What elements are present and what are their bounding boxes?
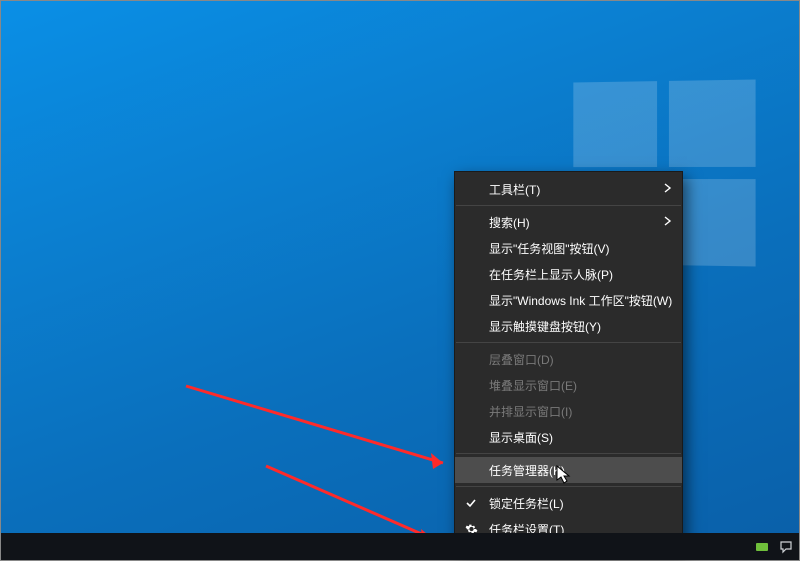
- menu-item-show-desktop[interactable]: 显示桌面(S): [455, 424, 682, 450]
- system-tray: [755, 533, 793, 560]
- menu-item-label: 在任务栏上显示人脉(P): [489, 266, 613, 283]
- menu-item-label: 任务管理器(K): [489, 462, 565, 479]
- menu-item-label: 显示"任务视图"按钮(V): [489, 240, 610, 257]
- menu-item-label: 工具栏(T): [489, 181, 540, 198]
- menu-separator: [456, 205, 681, 206]
- menu-item-cascade-windows: 层叠窗口(D): [455, 346, 682, 372]
- menu-item-label: 显示触摸键盘按钮(Y): [489, 318, 601, 335]
- menu-item-label: 堆叠显示窗口(E): [489, 377, 577, 394]
- check-icon: [465, 497, 477, 509]
- menu-item-show-taskview[interactable]: 显示"任务视图"按钮(V): [455, 235, 682, 261]
- taskbar-context-menu: 工具栏(T) 搜索(H) 显示"任务视图"按钮(V) 在任务栏上显示人脉(P) …: [454, 171, 683, 549]
- menu-item-label: 搜索(H): [489, 214, 530, 231]
- menu-item-label: 并排显示窗口(I): [489, 403, 572, 420]
- menu-item-label: 显示"Windows Ink 工作区"按钮(W): [489, 292, 672, 309]
- menu-item-toolbars[interactable]: 工具栏(T): [455, 176, 682, 202]
- menu-separator: [456, 453, 681, 454]
- menu-item-label: 锁定任务栏(L): [489, 495, 564, 512]
- chevron-right-icon: [664, 215, 672, 229]
- menu-item-label: 层叠窗口(D): [489, 351, 554, 368]
- chevron-right-icon: [664, 182, 672, 196]
- menu-item-search[interactable]: 搜索(H): [455, 209, 682, 235]
- taskbar[interactable]: [1, 533, 799, 560]
- desktop[interactable]: 工具栏(T) 搜索(H) 显示"任务视图"按钮(V) 在任务栏上显示人脉(P) …: [0, 0, 800, 561]
- menu-item-label: 显示桌面(S): [489, 429, 553, 446]
- menu-separator: [456, 486, 681, 487]
- menu-item-lock-taskbar[interactable]: 锁定任务栏(L): [455, 490, 682, 516]
- menu-item-show-ink[interactable]: 显示"Windows Ink 工作区"按钮(W): [455, 287, 682, 313]
- menu-item-task-manager[interactable]: 任务管理器(K): [455, 457, 682, 483]
- menu-item-show-touch-keyboard[interactable]: 显示触摸键盘按钮(Y): [455, 313, 682, 339]
- menu-item-stacked-windows: 堆叠显示窗口(E): [455, 372, 682, 398]
- action-center-icon[interactable]: [779, 540, 793, 554]
- menu-separator: [456, 342, 681, 343]
- menu-item-show-people[interactable]: 在任务栏上显示人脉(P): [455, 261, 682, 287]
- nvidia-tray-icon[interactable]: [755, 540, 769, 554]
- annotation-arrow: [181, 381, 471, 501]
- menu-item-sidebyside-windows: 并排显示窗口(I): [455, 398, 682, 424]
